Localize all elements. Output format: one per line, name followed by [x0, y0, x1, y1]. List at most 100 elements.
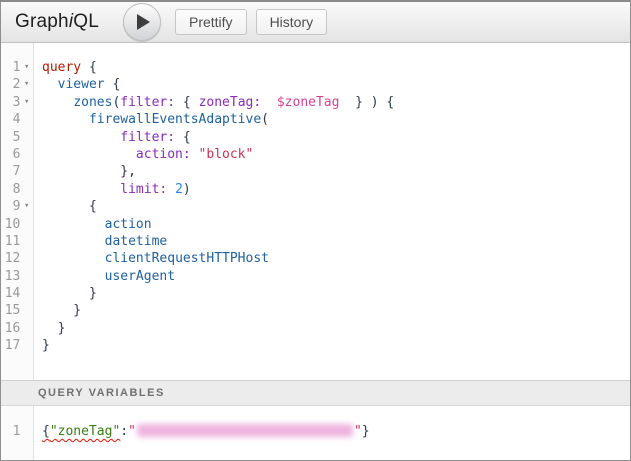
code-token [42, 112, 89, 127]
code-token: 2 [175, 182, 183, 197]
fold-toggle-icon[interactable]: ▾ [20, 198, 33, 215]
line-number: 5 [1, 129, 20, 146]
code-token [42, 147, 136, 162]
fold-spacer [20, 250, 33, 267]
code-token [42, 77, 58, 92]
code-token [42, 251, 105, 266]
code-line: } [42, 302, 630, 319]
code-token: { [175, 130, 191, 145]
code-line: clientRequestHTTPHost [42, 250, 630, 267]
code-token: { [81, 60, 97, 75]
code-token: } [42, 286, 97, 301]
fold-toggle-icon[interactable]: ▾ [20, 59, 33, 76]
line-number: 1 [1, 423, 20, 440]
logo-text-end: QL [73, 11, 99, 32]
fold-spacer [20, 285, 33, 302]
code-token: ( [261, 112, 269, 127]
logo-text: Graph [15, 11, 69, 32]
code-line: { [42, 198, 630, 215]
gutter-line: 1▾ [1, 59, 33, 76]
fold-spacer [20, 216, 33, 233]
code-token: datetime [105, 234, 168, 249]
code-token: userAgent [105, 269, 175, 284]
gutter-line: 4 [1, 111, 33, 128]
fold-spacer [20, 233, 33, 250]
code-token [261, 95, 277, 110]
code-line: datetime [42, 233, 630, 250]
gutter-line: 5 [1, 129, 33, 146]
graphiql-window: GraphiQL Prettify History 1▾2▾3▾456789▾1… [0, 0, 631, 461]
gutter-line: 1 [1, 423, 33, 440]
line-number: 17 [1, 337, 20, 354]
fold-spacer [20, 268, 33, 285]
code-token [191, 147, 199, 162]
gutter-line: 9▾ [1, 198, 33, 215]
execute-button[interactable] [123, 3, 161, 41]
line-number: 13 [1, 268, 20, 285]
variables-code-lines[interactable]: {"zoneTag":""} [34, 406, 630, 460]
code-token: " [354, 424, 362, 439]
gutter-line: 6 [1, 146, 33, 163]
line-number: 1 [1, 59, 20, 76]
gutter-line: 7 [1, 163, 33, 180]
code-token: { [42, 199, 97, 214]
code-token: ) [183, 182, 191, 197]
prettify-button[interactable]: Prettify [175, 9, 247, 35]
gutter-line: 11 [1, 233, 33, 250]
code-line: } [42, 320, 630, 337]
code-token: firewallEventsAdaptive [89, 112, 261, 127]
code-token: query [42, 60, 81, 75]
line-number: 9 [1, 198, 20, 215]
code-token: viewer [58, 77, 105, 92]
code-line: } [42, 285, 630, 302]
code-token [42, 182, 120, 197]
line-number: 8 [1, 181, 20, 198]
code-line: limit: 2) [42, 181, 630, 198]
graphiql-logo: GraphiQL [15, 11, 99, 33]
line-number: 16 [1, 320, 20, 337]
gutter-line: 2▾ [1, 76, 33, 93]
gutter-line: 3▾ [1, 94, 33, 111]
code-token: action [105, 217, 152, 232]
code-line: } [42, 337, 630, 354]
code-token: "block" [199, 147, 254, 162]
line-number: 3 [1, 94, 20, 111]
fold-spacer [20, 146, 33, 163]
query-code-lines[interactable]: query { viewer { zones(filter: { zoneTag… [34, 43, 630, 380]
code-token: "zoneTag" [50, 424, 120, 439]
code-line: firewallEventsAdaptive( [42, 111, 630, 128]
code-line: zones(filter: { zoneTag: $zoneTag } ) { [42, 94, 630, 111]
code-token: { [42, 424, 50, 439]
topbar: GraphiQL Prettify History [1, 2, 630, 43]
query-variables-title-bar[interactable]: QUERY VARIABLES [1, 380, 630, 406]
fold-toggle-icon[interactable]: ▾ [20, 76, 33, 93]
gutter-line: 12 [1, 250, 33, 267]
code-token: } [42, 303, 81, 318]
code-token [42, 130, 120, 145]
fold-toggle-icon[interactable]: ▾ [20, 94, 33, 111]
gutter-line: 16 [1, 320, 33, 337]
code-token: zones [73, 95, 112, 110]
fold-spacer [20, 163, 33, 180]
code-token: $zoneTag [277, 95, 340, 110]
query-editor[interactable]: 1▾2▾3▾456789▾1011121314151617 query { vi… [1, 43, 630, 380]
code-token: filter: [120, 130, 175, 145]
history-button[interactable]: History [256, 9, 328, 35]
code-line: action [42, 216, 630, 233]
line-number: 6 [1, 146, 20, 163]
gutter-line: 10 [1, 216, 33, 233]
code-line: action: "block" [42, 146, 630, 163]
code-token: { [105, 77, 121, 92]
line-number: 15 [1, 302, 20, 319]
code-line: {"zoneTag":""} [42, 423, 630, 440]
code-token: : [120, 424, 128, 439]
code-token [42, 269, 105, 284]
gutter-line: 13 [1, 268, 33, 285]
code-line: filter: { [42, 129, 630, 146]
variables-editor[interactable]: 1 {"zoneTag":""} [1, 406, 630, 460]
code-line: }, [42, 163, 630, 180]
play-icon [137, 14, 150, 30]
code-token: action: [136, 147, 191, 162]
fold-spacer [20, 337, 33, 354]
line-number: 14 [1, 285, 20, 302]
